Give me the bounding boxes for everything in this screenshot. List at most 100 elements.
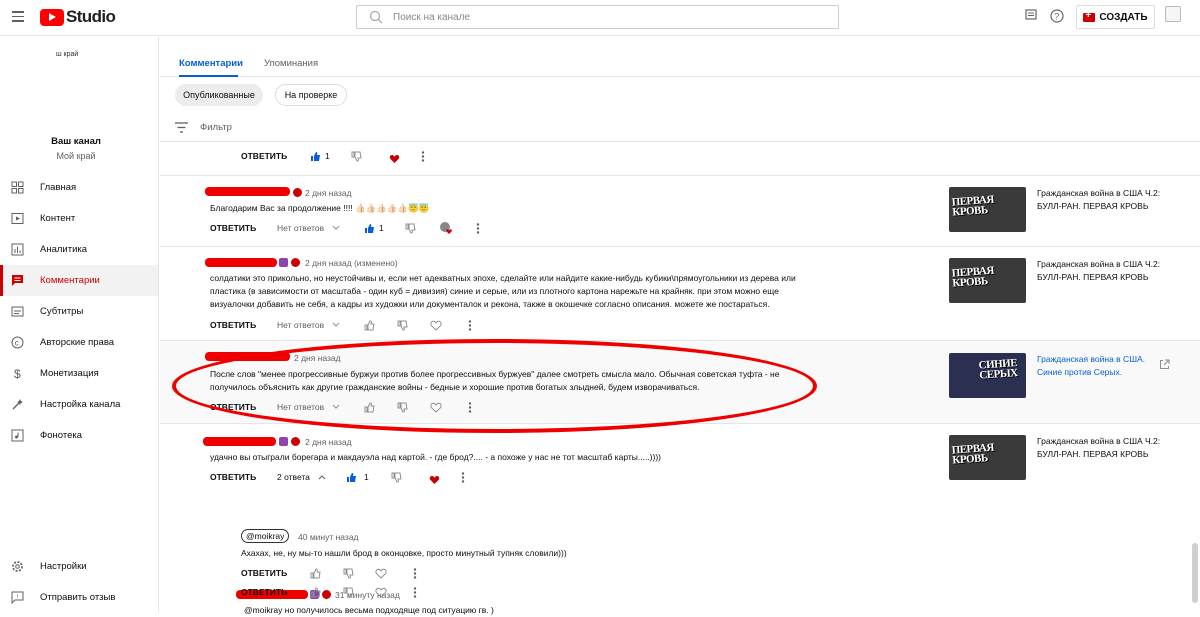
sidebar-item-analytics[interactable]: Аналитика — [0, 234, 158, 265]
thumbs-down-icon[interactable] — [405, 223, 416, 234]
reply-button[interactable]: ОТВЕТИТЬ — [210, 402, 256, 412]
chip-held-for-review[interactable]: На проверке — [275, 84, 347, 106]
more-options-icon[interactable] — [476, 223, 480, 234]
more-options-icon[interactable] — [468, 320, 472, 331]
help-icon[interactable]: ? — [1050, 9, 1064, 23]
thumbs-down-icon[interactable] — [343, 587, 354, 598]
sidebar-item-copyright[interactable]: c Авторские права — [0, 327, 158, 358]
sidebar-item-subtitles[interactable]: Субтитры — [0, 296, 158, 327]
sidebar-item-monetization[interactable]: $ Монетизация — [0, 358, 158, 389]
sidebar-item-label: Комментарии — [40, 275, 100, 286]
sidebar-item-label: Монетизация — [40, 368, 99, 379]
chevron-down-icon[interactable] — [332, 322, 340, 328]
tab-comments[interactable]: Комментарии — [179, 58, 243, 69]
tab-bar: Комментарии Упоминания — [160, 37, 1200, 77]
tab-mentions[interactable]: Упоминания — [264, 58, 318, 69]
more-options-icon[interactable] — [468, 402, 472, 413]
thumbs-up-icon[interactable] — [310, 568, 321, 579]
sidebar-item-audio-library[interactable]: Фонотека — [0, 420, 158, 451]
thumbs-up-icon[interactable] — [346, 472, 357, 483]
sidebar-item-label: Главная — [40, 182, 77, 193]
messages-icon[interactable] — [1025, 9, 1037, 22]
sidebar-item-label: Настройки — [40, 561, 87, 572]
more-options-icon[interactable] — [421, 151, 425, 162]
video-title[interactable]: Гражданская война в США Ч.2: БУЛЛ-РАН. П… — [1037, 435, 1162, 461]
reply-button[interactable]: ОТВЕТИТЬ — [210, 223, 256, 233]
filter-bar[interactable]: Фильтр — [160, 114, 1200, 142]
video-thumbnail[interactable]: ПЕРВАЯ КРОВЬ — [949, 435, 1026, 480]
main-content: Комментарии Упоминания Опубликованные На… — [160, 37, 1200, 615]
comment-text: солдатики это прикольно, но неустойчивы … — [210, 272, 810, 311]
reply-button[interactable]: ОТВЕТИТЬ — [241, 568, 287, 578]
reply-button[interactable]: ОТВЕТИТЬ — [241, 151, 287, 161]
thumbs-down-icon[interactable] — [397, 320, 408, 331]
video-thumbnail[interactable]: ПЕРВАЯ КРОВЬ — [949, 258, 1026, 303]
replies-toggle[interactable]: Нет ответов — [277, 402, 324, 412]
replies-toggle[interactable]: Нет ответов — [277, 223, 324, 233]
thumbnail-title: ПЕРВАЯ КРОВЬ — [951, 264, 995, 290]
sidebar: ш край Ваш канал Мой край Главная Контен… — [0, 37, 159, 612]
create-label: СОЗДАТЬ — [1099, 11, 1148, 23]
chevron-up-icon[interactable] — [318, 474, 326, 480]
sidebar-item-comments[interactable]: Комментарии — [0, 265, 158, 296]
comment-time: 2 дня назад — [294, 353, 341, 363]
owner-badge-icon — [291, 437, 300, 446]
reply-button[interactable]: ОТВЕТИТЬ — [241, 587, 287, 597]
reply-author-handle[interactable]: @moikray — [241, 529, 290, 543]
thumbs-down-icon[interactable] — [351, 151, 362, 162]
more-options-icon[interactable] — [461, 472, 465, 483]
heart-icon[interactable] — [430, 320, 442, 331]
audio-library-icon — [11, 429, 24, 442]
copyright-icon: c — [11, 336, 24, 349]
comment-row: 2 дня назад (изменено) солдатики это при… — [160, 248, 1200, 341]
comment-text: Благодарим Вас за продолжение !!!! 👍🏻👍🏻👍… — [210, 203, 430, 213]
create-button[interactable]: СОЗДАТЬ — [1076, 5, 1155, 29]
sidebar-item-settings[interactable]: Настройки — [0, 551, 158, 582]
thumbs-down-icon[interactable] — [391, 472, 402, 483]
video-title[interactable]: Гражданская война в США Ч.2: БУЛЛ-РАН. П… — [1037, 187, 1162, 213]
heart-icon[interactable] — [430, 402, 442, 413]
scrollbar-thumb[interactable] — [1192, 543, 1198, 603]
sidebar-item-content[interactable]: Контент — [0, 203, 158, 234]
video-thumbnail[interactable]: СИНИЕ СЕРЫХ — [949, 353, 1026, 398]
thumbs-up-icon[interactable] — [310, 587, 321, 598]
logo-text: Studio — [66, 7, 116, 26]
thumbs-up-icon[interactable] — [364, 320, 375, 331]
studio-logo[interactable]: Studio — [40, 7, 116, 26]
sidebar-item-feedback[interactable]: ! Отправить отзыв — [0, 582, 158, 613]
account-avatar[interactable] — [1165, 6, 1181, 22]
video-thumbnail[interactable]: ПЕРВАЯ КРОВЬ — [949, 187, 1026, 232]
creator-heart-icon[interactable] — [439, 221, 453, 235]
filter-icon — [175, 122, 188, 133]
svg-text:$: $ — [14, 367, 21, 380]
thumbs-up-icon[interactable] — [364, 223, 375, 234]
thumbs-down-icon[interactable] — [343, 568, 354, 579]
replies-toggle[interactable]: 2 ответа — [277, 472, 310, 482]
channel-logo[interactable]: ш край — [56, 51, 78, 58]
search-input[interactable] — [393, 11, 813, 23]
sidebar-item-customization[interactable]: Настройка канала — [0, 389, 158, 420]
chevron-down-icon[interactable] — [332, 225, 340, 231]
reply-button[interactable]: ОТВЕТИТЬ — [210, 320, 256, 330]
thumbs-up-icon[interactable] — [364, 402, 375, 413]
sidebar-item-dashboard[interactable]: Главная — [0, 172, 158, 203]
menu-icon[interactable] — [12, 11, 24, 22]
reply-button[interactable]: ОТВЕТИТЬ — [210, 472, 256, 482]
video-title[interactable]: Гражданская война в США Ч.2: БУЛЛ-РАН. П… — [1037, 258, 1162, 284]
video-title[interactable]: Гражданская война в США. Синие против Се… — [1037, 353, 1162, 379]
heart-icon[interactable] — [375, 568, 387, 579]
creator-heart-icon[interactable] — [429, 474, 440, 485]
more-options-icon[interactable] — [413, 587, 417, 598]
heart-icon[interactable] — [375, 587, 387, 598]
open-in-new-icon[interactable] — [1159, 359, 1170, 370]
creator-heart-icon[interactable] — [389, 153, 400, 164]
dashboard-icon — [11, 181, 24, 194]
search-box[interactable] — [356, 5, 839, 29]
comment-line: После слов "менее прогрессивные буржуи п… — [210, 369, 780, 379]
chevron-down-icon[interactable] — [332, 404, 340, 410]
thumbs-down-icon[interactable] — [397, 402, 408, 413]
replies-toggle[interactable]: Нет ответов — [277, 320, 324, 330]
thumbs-up-icon[interactable] — [310, 151, 321, 162]
chip-published[interactable]: Опубликованные — [175, 84, 263, 106]
more-options-icon[interactable] — [413, 568, 417, 579]
